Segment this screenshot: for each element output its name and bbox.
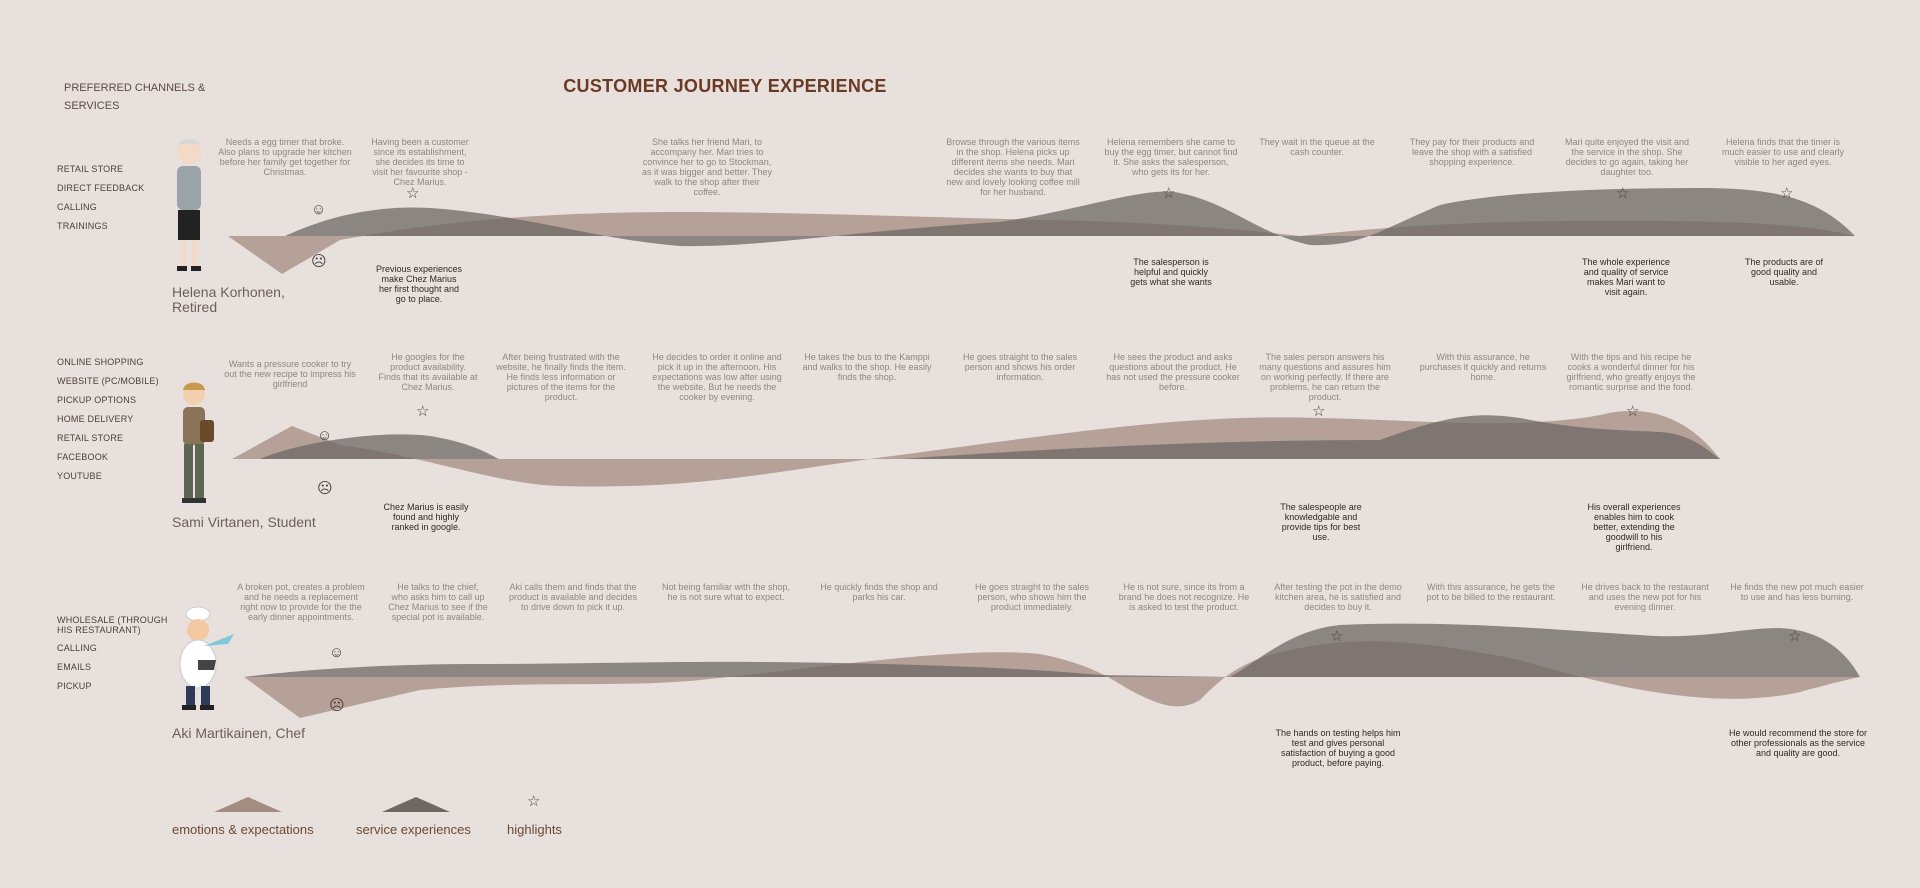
smile-icon: ☺ bbox=[329, 644, 345, 661]
journey-note: Helena finds that the timer is much easi… bbox=[1721, 137, 1845, 167]
aki-avatar bbox=[179, 606, 234, 710]
star-icon: ☆ bbox=[1312, 403, 1326, 420]
journey-note: With the tips and his recipe he cooks a … bbox=[1566, 352, 1696, 392]
journey-note: He takes the bus to the Kamppi and walks… bbox=[802, 352, 932, 382]
journey-note: With this assurance, he purchases it qui… bbox=[1419, 352, 1547, 382]
journey-note: Aki calls them and finds that the produc… bbox=[508, 582, 638, 612]
channel-item: PICKUP OPTIONS bbox=[57, 395, 137, 405]
sad-icon: ☹ bbox=[311, 253, 327, 270]
journey-note: He quickly finds the shop and parks his … bbox=[820, 582, 938, 602]
legend-star-icon: ☆ bbox=[527, 793, 541, 810]
journey-note: The sales person answers his many questi… bbox=[1259, 352, 1391, 402]
legend-service-label: service experiences bbox=[356, 822, 471, 837]
highlight-note: Previous experiences make Chez Marius he… bbox=[375, 264, 463, 304]
channel-item: HOME DELIVERY bbox=[57, 414, 134, 424]
channel-item: RETAIL STORE bbox=[57, 433, 124, 443]
journey-note: Not being familiar with the shop, he is … bbox=[661, 582, 791, 602]
persona-name: Helena Korhonen, Retired bbox=[172, 284, 285, 315]
legend-emotion-label: emotions & expectations bbox=[172, 822, 314, 837]
smile-icon: ☺ bbox=[317, 427, 333, 444]
persona-name: Sami Virtanen, Student bbox=[172, 514, 316, 530]
highlight-note: The salespeople are knowledgable and pro… bbox=[1280, 502, 1362, 542]
journey-note: He talks to the chief, who asks him to c… bbox=[388, 582, 488, 622]
channel-item: CALLING bbox=[57, 202, 97, 212]
journey-note: He drives back to the restaurant and use… bbox=[1581, 582, 1709, 612]
channel-item: PICKUP bbox=[57, 681, 92, 691]
journey-note: Wants a pressure cooker to try out the n… bbox=[224, 359, 356, 389]
star-icon: ☆ bbox=[1616, 185, 1630, 202]
journey-note: He finds the new pot much easier to use … bbox=[1730, 582, 1864, 602]
persona-name: Aki Martikainen, Chef bbox=[172, 725, 306, 741]
highlight-note: The whole experience and quality of serv… bbox=[1581, 257, 1671, 297]
journey-note: He goes straight to the sales person and… bbox=[962, 352, 1078, 382]
channel-item: ONLINE SHOPPING bbox=[57, 357, 144, 367]
legend-service-swatch bbox=[382, 797, 450, 812]
star-icon: ☆ bbox=[406, 185, 420, 202]
channel-item: FACEBOOK bbox=[57, 452, 109, 462]
channel-item: YOUTUBE bbox=[57, 471, 102, 481]
sad-icon: ☹ bbox=[317, 480, 333, 497]
highlight-note: His overall experiences enables him to c… bbox=[1587, 502, 1681, 552]
journey-note: He is not sure, since its from a brand h… bbox=[1118, 582, 1250, 612]
star-icon: ☆ bbox=[1330, 628, 1344, 645]
helena-avatar bbox=[177, 139, 201, 271]
journey-note: After being frustrated with the website,… bbox=[496, 352, 626, 402]
sad-icon: ☹ bbox=[329, 697, 345, 714]
journey-note: He googles for the product availability.… bbox=[378, 352, 478, 392]
highlight-note: Chez Marius is easily found and highly r… bbox=[383, 502, 469, 532]
channel-item: TRAININGS bbox=[57, 221, 108, 231]
highlight-note: He would recommend the store for other p… bbox=[1728, 728, 1868, 758]
journey-note: Mari quite enjoyed the visit and the ser… bbox=[1564, 137, 1690, 177]
channel-item: RETAIL STORE bbox=[57, 164, 124, 174]
journey-note: He goes straight to the sales person, wh… bbox=[974, 582, 1090, 612]
star-icon: ☆ bbox=[1780, 185, 1794, 202]
star-icon: ☆ bbox=[416, 403, 430, 420]
highlight-note: The salesperson is helpful and quickly g… bbox=[1130, 257, 1212, 287]
star-icon: ☆ bbox=[1162, 185, 1176, 202]
channel-item: WEBSITE (PC/MOBILE) bbox=[57, 376, 159, 386]
star-icon: ☆ bbox=[1626, 403, 1640, 420]
journey-note: Needs a egg timer that broke. Also plans… bbox=[218, 137, 352, 177]
channel-item: EMAILS bbox=[57, 662, 92, 672]
channel-item: CALLING bbox=[57, 643, 97, 653]
journey-note: A broken pot, creates a problem and he n… bbox=[237, 582, 365, 622]
journey-curves bbox=[214, 188, 1860, 812]
journey-note: He sees the product and asks questions a… bbox=[1106, 352, 1240, 392]
sami-avatar bbox=[182, 382, 214, 503]
journey-note: They pay for their products and leave th… bbox=[1409, 137, 1535, 167]
preferred-channels-heading: PREFERRED CHANNELS & SERVICES bbox=[64, 82, 206, 112]
smile-icon: ☺ bbox=[311, 201, 327, 218]
legend-highlights-label: highlights bbox=[507, 822, 562, 837]
journey-note: Helena remembers she came to buy the egg… bbox=[1104, 137, 1238, 177]
journey-note: She talks her friend Mari, to accompany … bbox=[642, 137, 772, 197]
legend-emotion-swatch bbox=[214, 797, 282, 812]
journey-note: He decides to order it online and pick i… bbox=[652, 352, 782, 402]
star-icon: ☆ bbox=[1788, 628, 1802, 645]
channel-item: WHOLESALE (THROUGH HIS RESTAURANT) bbox=[57, 615, 168, 635]
channel-item: DIRECT FEEDBACK bbox=[57, 183, 145, 193]
journey-note: Having been a customer since its establi… bbox=[371, 137, 469, 187]
journey-note: With this assurance, he gets the pot to … bbox=[1426, 582, 1556, 602]
journey-note: Browse through the various items in the … bbox=[946, 137, 1080, 197]
highlight-note: The hands on testing helps him test and … bbox=[1275, 728, 1401, 768]
journey-note: They wait in the queue at the cash count… bbox=[1259, 137, 1375, 157]
journey-note: After testing the pot in the demo kitche… bbox=[1274, 582, 1402, 612]
highlight-note: The products are of good quality and usa… bbox=[1744, 257, 1824, 287]
